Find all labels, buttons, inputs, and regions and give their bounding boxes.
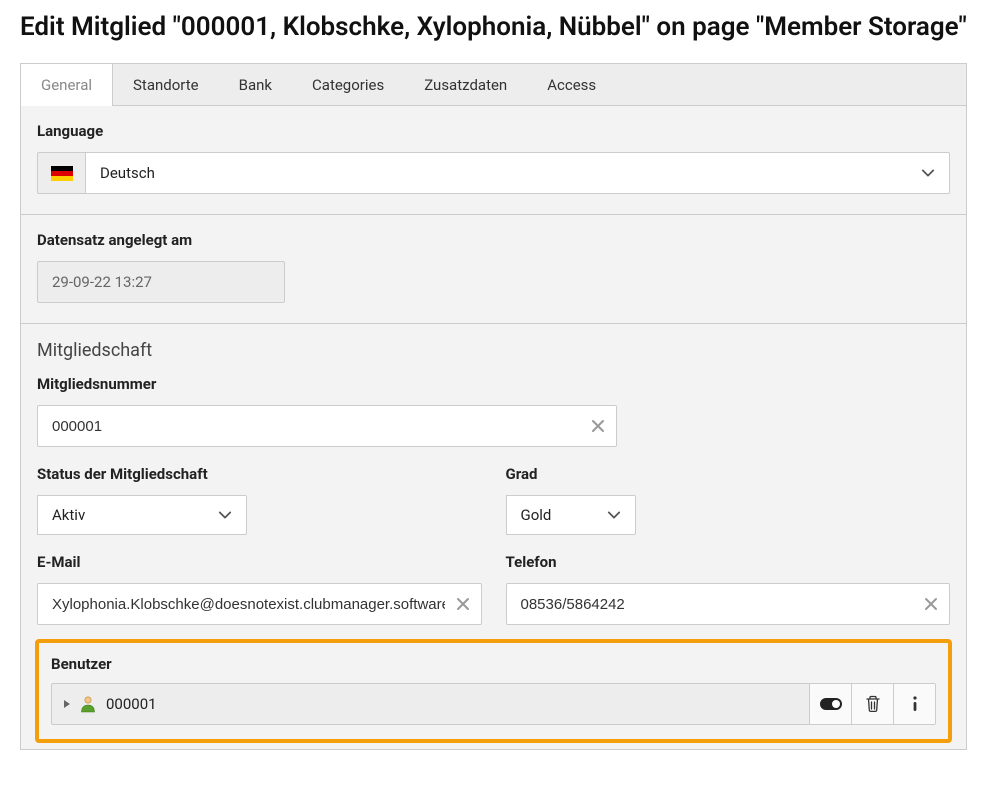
grade-select[interactable]: Gold [506, 495, 636, 535]
edit-panel: General Standorte Bank Categories Zusatz… [20, 63, 967, 750]
clear-icon[interactable] [924, 597, 938, 611]
member-number-field-wrap [37, 405, 617, 447]
tab-zusatzdaten[interactable]: Zusatzdaten [404, 64, 527, 105]
chevron-down-icon [218, 508, 232, 522]
tab-bank[interactable]: Bank [219, 64, 292, 105]
section-language: Language Deutsch [21, 106, 966, 215]
created-at-value: 29-09-22 13:27 [37, 261, 285, 303]
tab-access[interactable]: Access [527, 64, 616, 105]
tab-general[interactable]: General [21, 63, 113, 105]
user-info-button[interactable] [893, 684, 935, 724]
phone-input[interactable] [506, 583, 951, 625]
section-created-at: Datensatz angelegt am 29-09-22 13:27 [21, 215, 966, 324]
language-label: Language [37, 122, 950, 140]
user-highlight-box: Benutzer 000001 [35, 639, 952, 743]
created-at-label: Datensatz angelegt am [37, 231, 950, 249]
clear-icon[interactable] [456, 597, 470, 611]
member-number-input[interactable] [37, 405, 617, 447]
language-select-value: Deutsch [100, 164, 155, 182]
clear-icon[interactable] [591, 419, 605, 433]
page-title: Edit Mitglied "000001, Klobschke, Xyloph… [20, 10, 967, 45]
trash-icon [865, 695, 881, 713]
person-icon [80, 695, 96, 713]
tab-categories[interactable]: Categories [292, 64, 404, 105]
grade-select-value: Gold [521, 506, 552, 524]
tab-standorte[interactable]: Standorte [113, 64, 219, 105]
section-membership: Mitgliedschaft Mitgliedsnummer Status de… [21, 324, 966, 749]
tab-bar: General Standorte Bank Categories Zusatz… [21, 64, 966, 106]
status-label: Status der Mitgliedschaft [37, 465, 482, 483]
user-id-text: 000001 [106, 695, 157, 713]
email-label: E-Mail [37, 553, 482, 571]
language-select[interactable]: Deutsch [85, 152, 950, 194]
user-row: 000001 [51, 683, 936, 725]
language-flag-button[interactable] [37, 152, 85, 194]
user-row-expand[interactable]: 000001 [64, 695, 157, 713]
member-number-label: Mitgliedsnummer [37, 375, 950, 393]
phone-label: Telefon [506, 553, 951, 571]
membership-heading: Mitgliedschaft [37, 340, 950, 361]
flag-de-icon [51, 166, 73, 181]
user-toggle-button[interactable] [809, 684, 851, 724]
user-delete-button[interactable] [851, 684, 893, 724]
info-icon [911, 695, 919, 713]
chevron-down-icon [607, 508, 621, 522]
triangle-right-icon [64, 700, 70, 708]
status-select[interactable]: Aktiv [37, 495, 247, 535]
status-select-value: Aktiv [52, 506, 85, 524]
grade-label: Grad [506, 465, 951, 483]
email-input[interactable] [37, 583, 482, 625]
user-label: Benutzer [51, 655, 936, 673]
chevron-down-icon [921, 166, 935, 180]
toggle-on-icon [820, 698, 842, 710]
